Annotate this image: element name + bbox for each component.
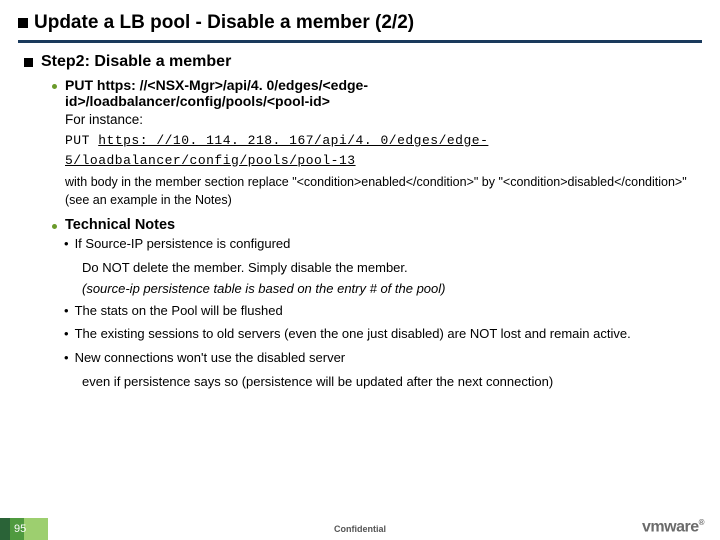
code-line-2: 5/loadbalancer/config/pools/pool-13 <box>65 153 356 168</box>
body-note: with body in the member section replace … <box>65 174 702 209</box>
bullet-icon: • <box>64 302 69 320</box>
confidential-label: Confidential <box>0 524 720 534</box>
tech-item-4-sub: even if persistence says so (persistence… <box>82 373 702 391</box>
for-instance-label: For instance: <box>65 111 702 129</box>
technical-notes-heading: Technical Notes <box>65 217 175 233</box>
code-line-1: https: //10. 114. 218. 167/api/4. 0/edge… <box>98 133 488 148</box>
vmware-logo: vmware® <box>642 518 704 536</box>
put-line-1: PUT https: //<NSX-Mgr>/api/4. 0/edges/<e… <box>65 77 368 93</box>
logo-text: vmware <box>642 518 699 535</box>
square-bullet-icon <box>24 58 33 67</box>
bullet-icon: • <box>64 325 69 343</box>
slide-title: Update a LB pool - Disable a member (2/2… <box>34 12 414 34</box>
bullet-icon: • <box>64 235 69 253</box>
tech-item-1-sub-1: Do NOT delete the member. Simply disable… <box>82 259 702 277</box>
technical-notes-list: • If Source-IP persistence is configured <box>64 235 702 253</box>
example-code-block: PUT https: //10. 114. 218. 167/api/4. 0/… <box>65 131 702 170</box>
slide: Update a LB pool - Disable a member (2/2… <box>0 0 720 540</box>
bullet-dot-icon <box>52 84 57 89</box>
square-bullet-icon <box>18 18 28 28</box>
list-item: • The stats on the Pool will be flushed <box>64 302 702 320</box>
technical-notes-heading-row: Technical Notes <box>52 217 702 233</box>
list-item: • The existing sessions to old servers (… <box>64 325 702 343</box>
put-endpoint-block: PUT https: //<NSX-Mgr>/api/4. 0/edges/<e… <box>52 77 702 109</box>
tech-item-4: New connections won't use the disabled s… <box>75 349 346 367</box>
tech-item-1-sub-2: (source-ip persistence table is based on… <box>82 280 702 298</box>
tech-item-1: If Source-IP persistence is configured <box>75 235 291 253</box>
slide-footer: 95 Confidential vmware® <box>0 512 720 540</box>
put-line-2: id>/loadbalancer/config/pools/<pool-id> <box>65 93 330 109</box>
step-heading-row: Step2: Disable a member <box>24 53 702 71</box>
list-item: • New connections won't use the disabled… <box>64 349 702 367</box>
list-item: • If Source-IP persistence is configured <box>64 235 702 253</box>
bullet-icon: • <box>64 349 69 367</box>
tech-item-3: The existing sessions to old servers (ev… <box>75 325 631 343</box>
step-heading: Step2: Disable a member <box>41 53 231 71</box>
page-number: 95 <box>14 523 26 535</box>
bullet-dot-icon <box>52 224 57 229</box>
code-prefix: PUT <box>65 133 98 148</box>
tech-item-2: The stats on the Pool will be flushed <box>75 302 283 320</box>
title-row: Update a LB pool - Disable a member (2/2… <box>18 12 702 43</box>
